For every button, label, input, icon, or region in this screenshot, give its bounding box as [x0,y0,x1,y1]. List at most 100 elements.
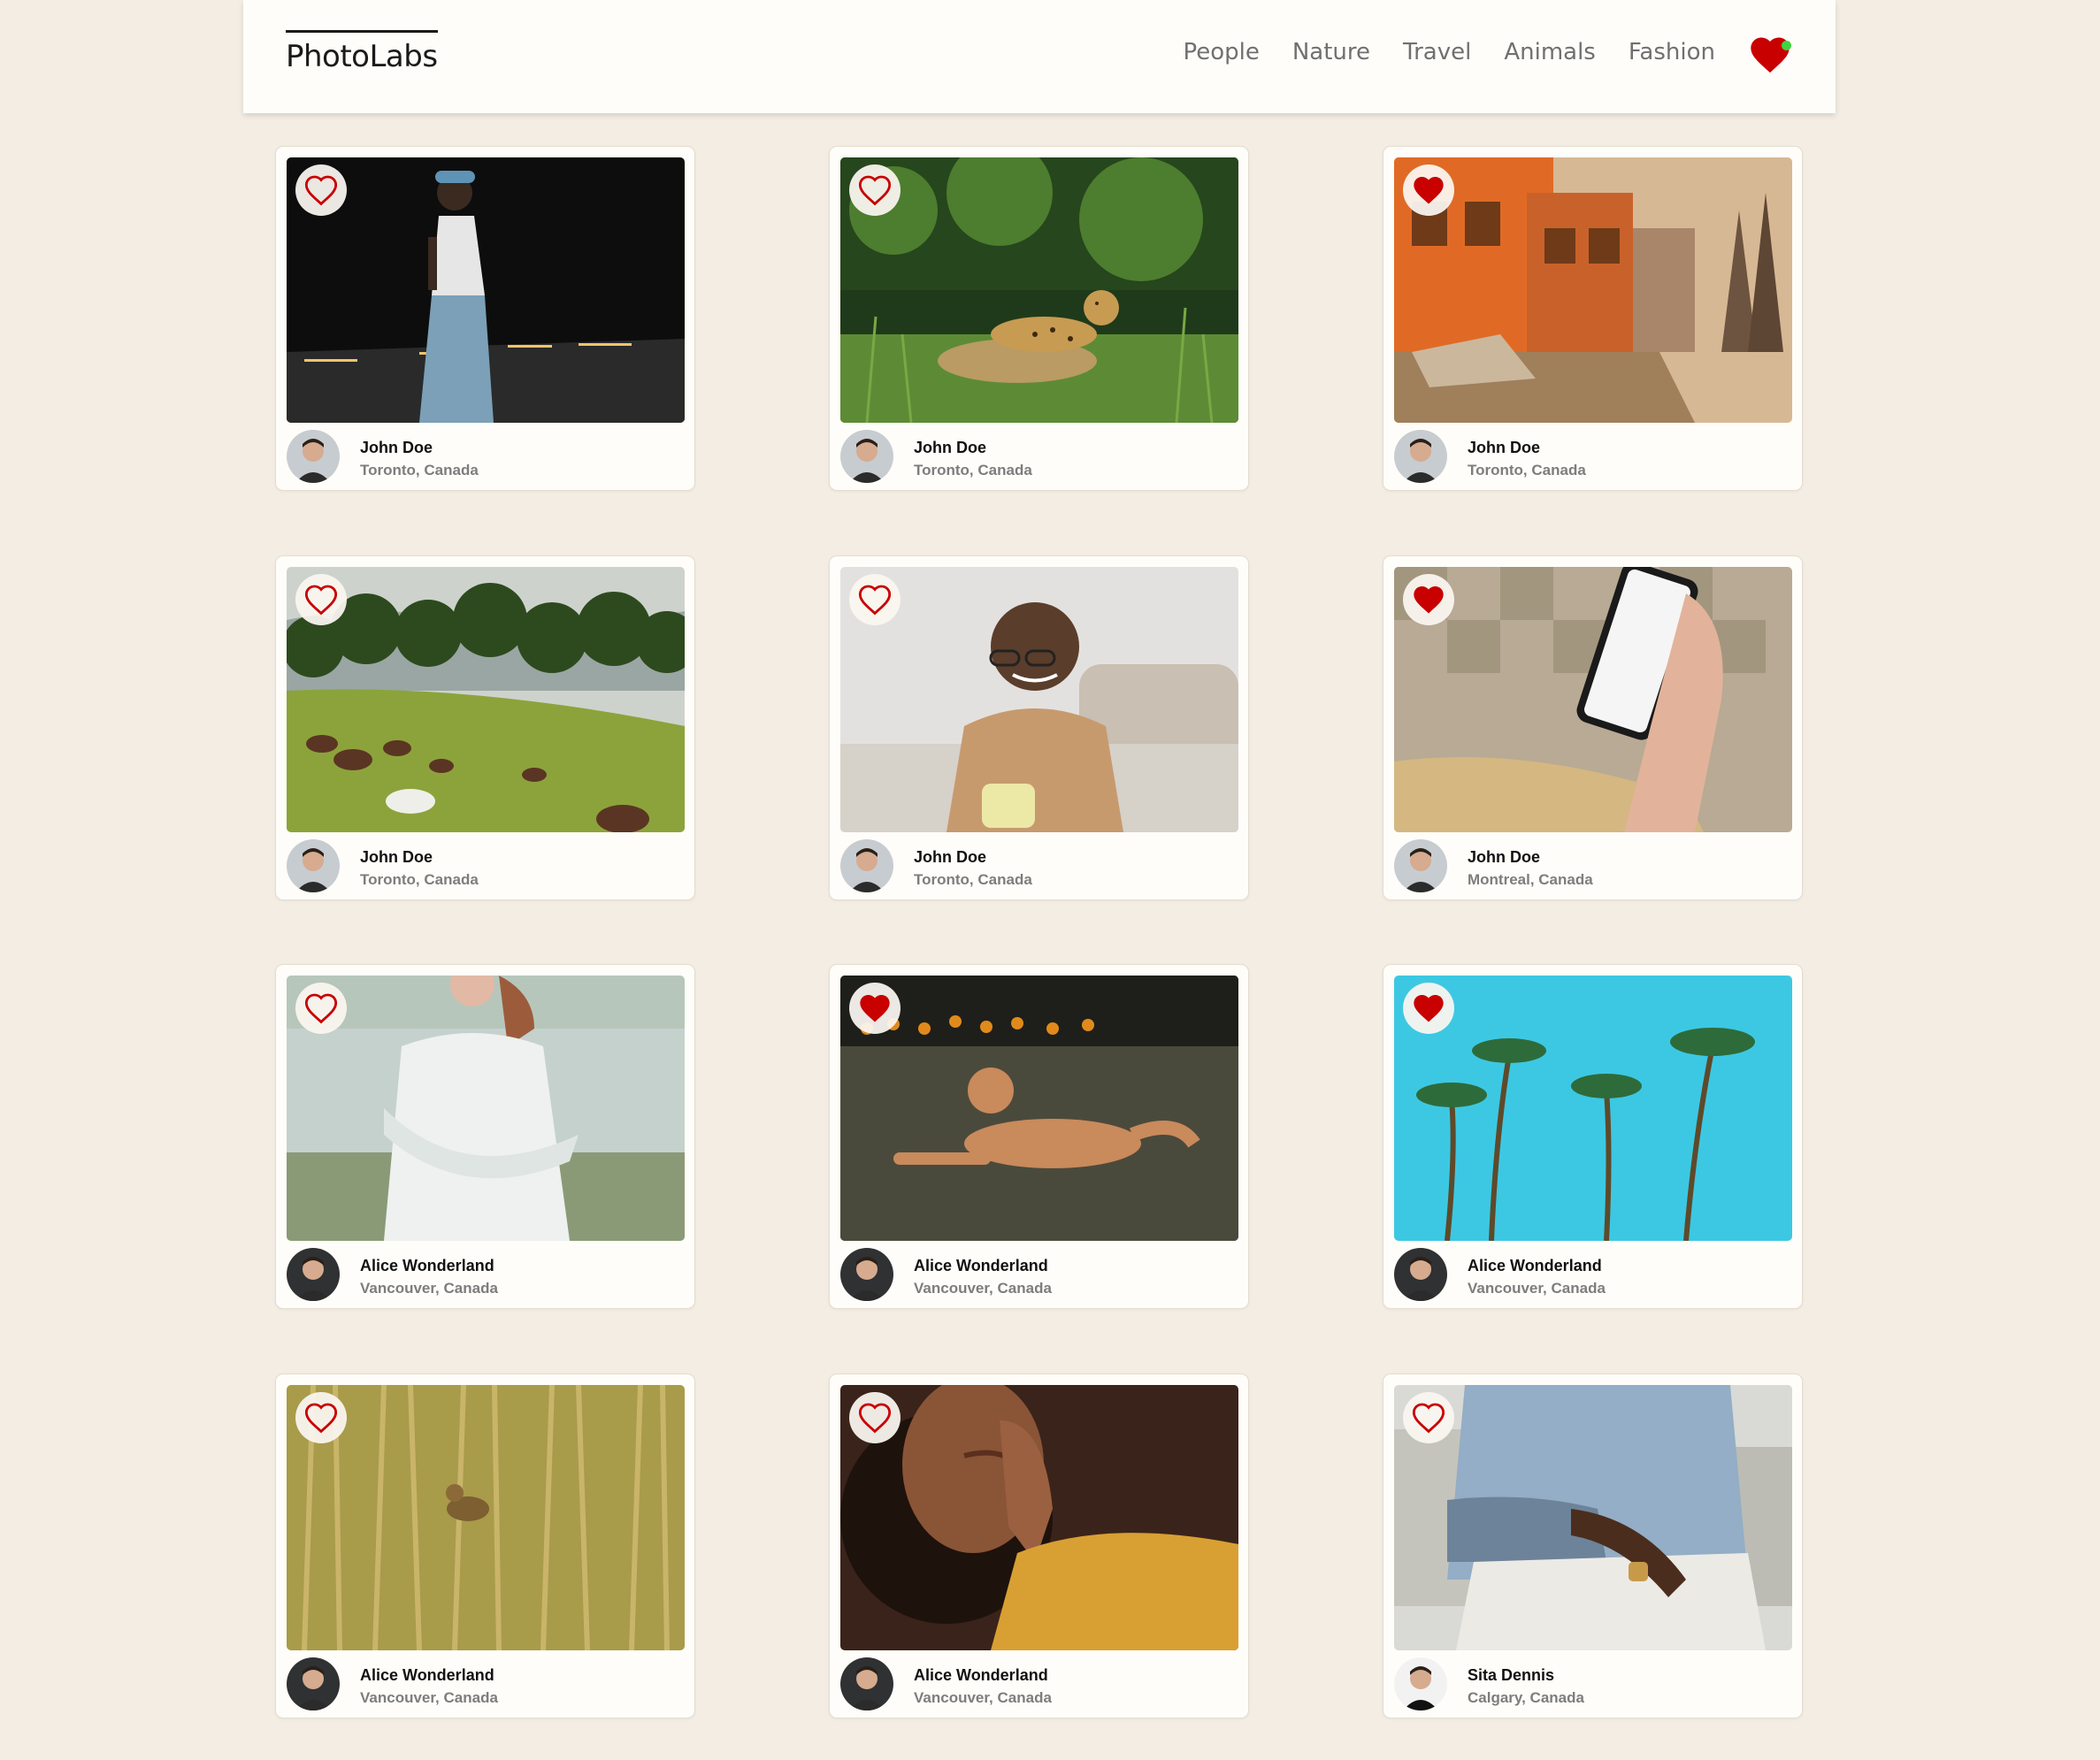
photo-list-item[interactable]: Alice Wonderland Vancouver, Canada [275,1374,695,1718]
favourite-button[interactable] [1403,574,1454,625]
user-location: Toronto, Canada [360,462,479,478]
topic-travel[interactable]: Travel [1403,39,1471,65]
user-location: Toronto, Canada [360,871,479,888]
user-name: Alice Wonderland [914,1666,1048,1684]
photo-orange-buildings-street [1394,157,1792,423]
user-location: Vancouver, Canada [914,1280,1052,1297]
favourite-button[interactable] [1403,1392,1454,1443]
heart-filled-icon [1414,586,1444,614]
photo-image[interactable] [287,567,685,832]
photo-list-item[interactable]: Alice Wonderland Vancouver, Canada [829,964,1249,1309]
heart-filled-icon [860,995,890,1022]
photo-woman-curly-hair [840,1385,1238,1650]
photo-man-denim-shirt-crouching [1394,1385,1792,1650]
favourite-button[interactable] [849,983,901,1034]
photo-list-item[interactable]: John Doe Montreal, Canada [1383,555,1803,900]
user-avatar [287,430,340,483]
photo-list-item[interactable]: Sita Dennis Calgary, Canada [1383,1374,1803,1718]
photo-list-item[interactable]: Alice Wonderland Vancouver, Canada [1383,964,1803,1309]
photo-list-item[interactable]: John Doe Toronto, Canada [829,146,1249,491]
favourite-button[interactable] [295,1392,347,1443]
topic-fashion[interactable]: Fashion [1629,39,1715,65]
photo-image[interactable] [840,157,1238,423]
favourite-button[interactable] [849,165,901,216]
heart-outline-icon [858,585,892,616]
topic-list: People Nature Travel Animals Fashion [1183,39,1715,65]
photo-image[interactable] [287,1385,685,1650]
user-name: Alice Wonderland [360,1666,494,1684]
photo-image[interactable] [1394,976,1792,1241]
favourite-button[interactable] [295,165,347,216]
user-avatar [1394,1657,1447,1710]
favourite-button[interactable] [849,574,901,625]
photo-image[interactable] [1394,157,1792,423]
photo-list-item[interactable]: John Doe Toronto, Canada [829,555,1249,900]
user-name: John Doe [360,439,433,456]
user-name: Sita Dennis [1468,1666,1555,1684]
favourite-button[interactable] [849,1392,901,1443]
photo-list-item[interactable]: Alice Wonderland Vancouver, Canada [829,1374,1249,1718]
photo-list-item[interactable]: John Doe Toronto, Canada [275,146,695,491]
user-location: Toronto, Canada [914,871,1032,888]
photo-image[interactable] [1394,567,1792,832]
heart-outline-icon [858,175,892,206]
user-avatar [287,1248,340,1301]
heart-icon [1751,37,1790,73]
user-name: Alice Wonderland [914,1257,1048,1274]
photo-bird-in-reeds [287,1385,685,1650]
user-name: Alice Wonderland [1468,1257,1602,1274]
user-name: John Doe [914,439,987,456]
user-location: Vancouver, Canada [360,1280,498,1297]
heart-outline-icon [304,993,338,1024]
user-name: John Doe [1468,439,1541,456]
photo-jaguar-grass [840,157,1238,423]
heart-filled-icon [1414,995,1444,1022]
photo-palm-trees-blue-sky [1394,976,1792,1241]
photo-image[interactable] [840,567,1238,832]
app-logo[interactable]: PhotoLabs [286,30,438,74]
photo-image[interactable] [287,157,685,423]
user-avatar [1394,839,1447,892]
photo-image[interactable] [1394,1385,1792,1650]
photo-image[interactable] [840,1385,1238,1650]
notification-dot [1782,41,1791,50]
photo-list-item[interactable]: Alice Wonderland Vancouver, Canada [275,964,695,1309]
photo-list-item[interactable]: John Doe Toronto, Canada [1383,146,1803,491]
favourite-button[interactable] [295,574,347,625]
photo-woman-white-top-lake [287,976,685,1241]
heart-outline-icon [304,1403,338,1434]
user-name: Alice Wonderland [360,1257,494,1274]
photo-smiling-man-mug [840,567,1238,832]
topic-people[interactable]: People [1183,39,1259,65]
top-navigation-bar: PhotoLabs People Nature Travel Animals F… [243,0,1836,113]
user-location: Toronto, Canada [1468,462,1586,478]
photo-list-item[interactable]: John Doe Toronto, Canada [275,555,695,900]
user-name: John Doe [914,848,987,866]
user-name: John Doe [1468,848,1541,866]
photo-image[interactable] [840,976,1238,1241]
photo-hand-holding-phone [1394,567,1792,832]
photo-image[interactable] [287,976,685,1241]
favourite-button[interactable] [295,983,347,1034]
user-location: Toronto, Canada [914,462,1032,478]
user-avatar [287,1657,340,1710]
topic-animals[interactable]: Animals [1504,39,1596,65]
heart-outline-icon [304,585,338,616]
favourite-button[interactable] [1403,165,1454,216]
user-avatar [840,430,893,483]
user-avatar [840,839,893,892]
user-avatar [287,839,340,892]
user-location: Montreal, Canada [1468,871,1593,888]
user-avatar [840,1248,893,1301]
heart-outline-icon [304,175,338,206]
heart-outline-icon [1412,1403,1445,1434]
user-avatar [840,1657,893,1710]
favourite-button[interactable] [1403,983,1454,1034]
user-avatar [1394,430,1447,483]
user-location: Vancouver, Canada [914,1689,1052,1706]
favourites-badge[interactable] [1747,32,1793,78]
user-avatar [1394,1248,1447,1301]
photo-dog-lying-grass [840,976,1238,1241]
topic-nature[interactable]: Nature [1292,39,1370,65]
photo-horses-hillside [287,567,685,832]
